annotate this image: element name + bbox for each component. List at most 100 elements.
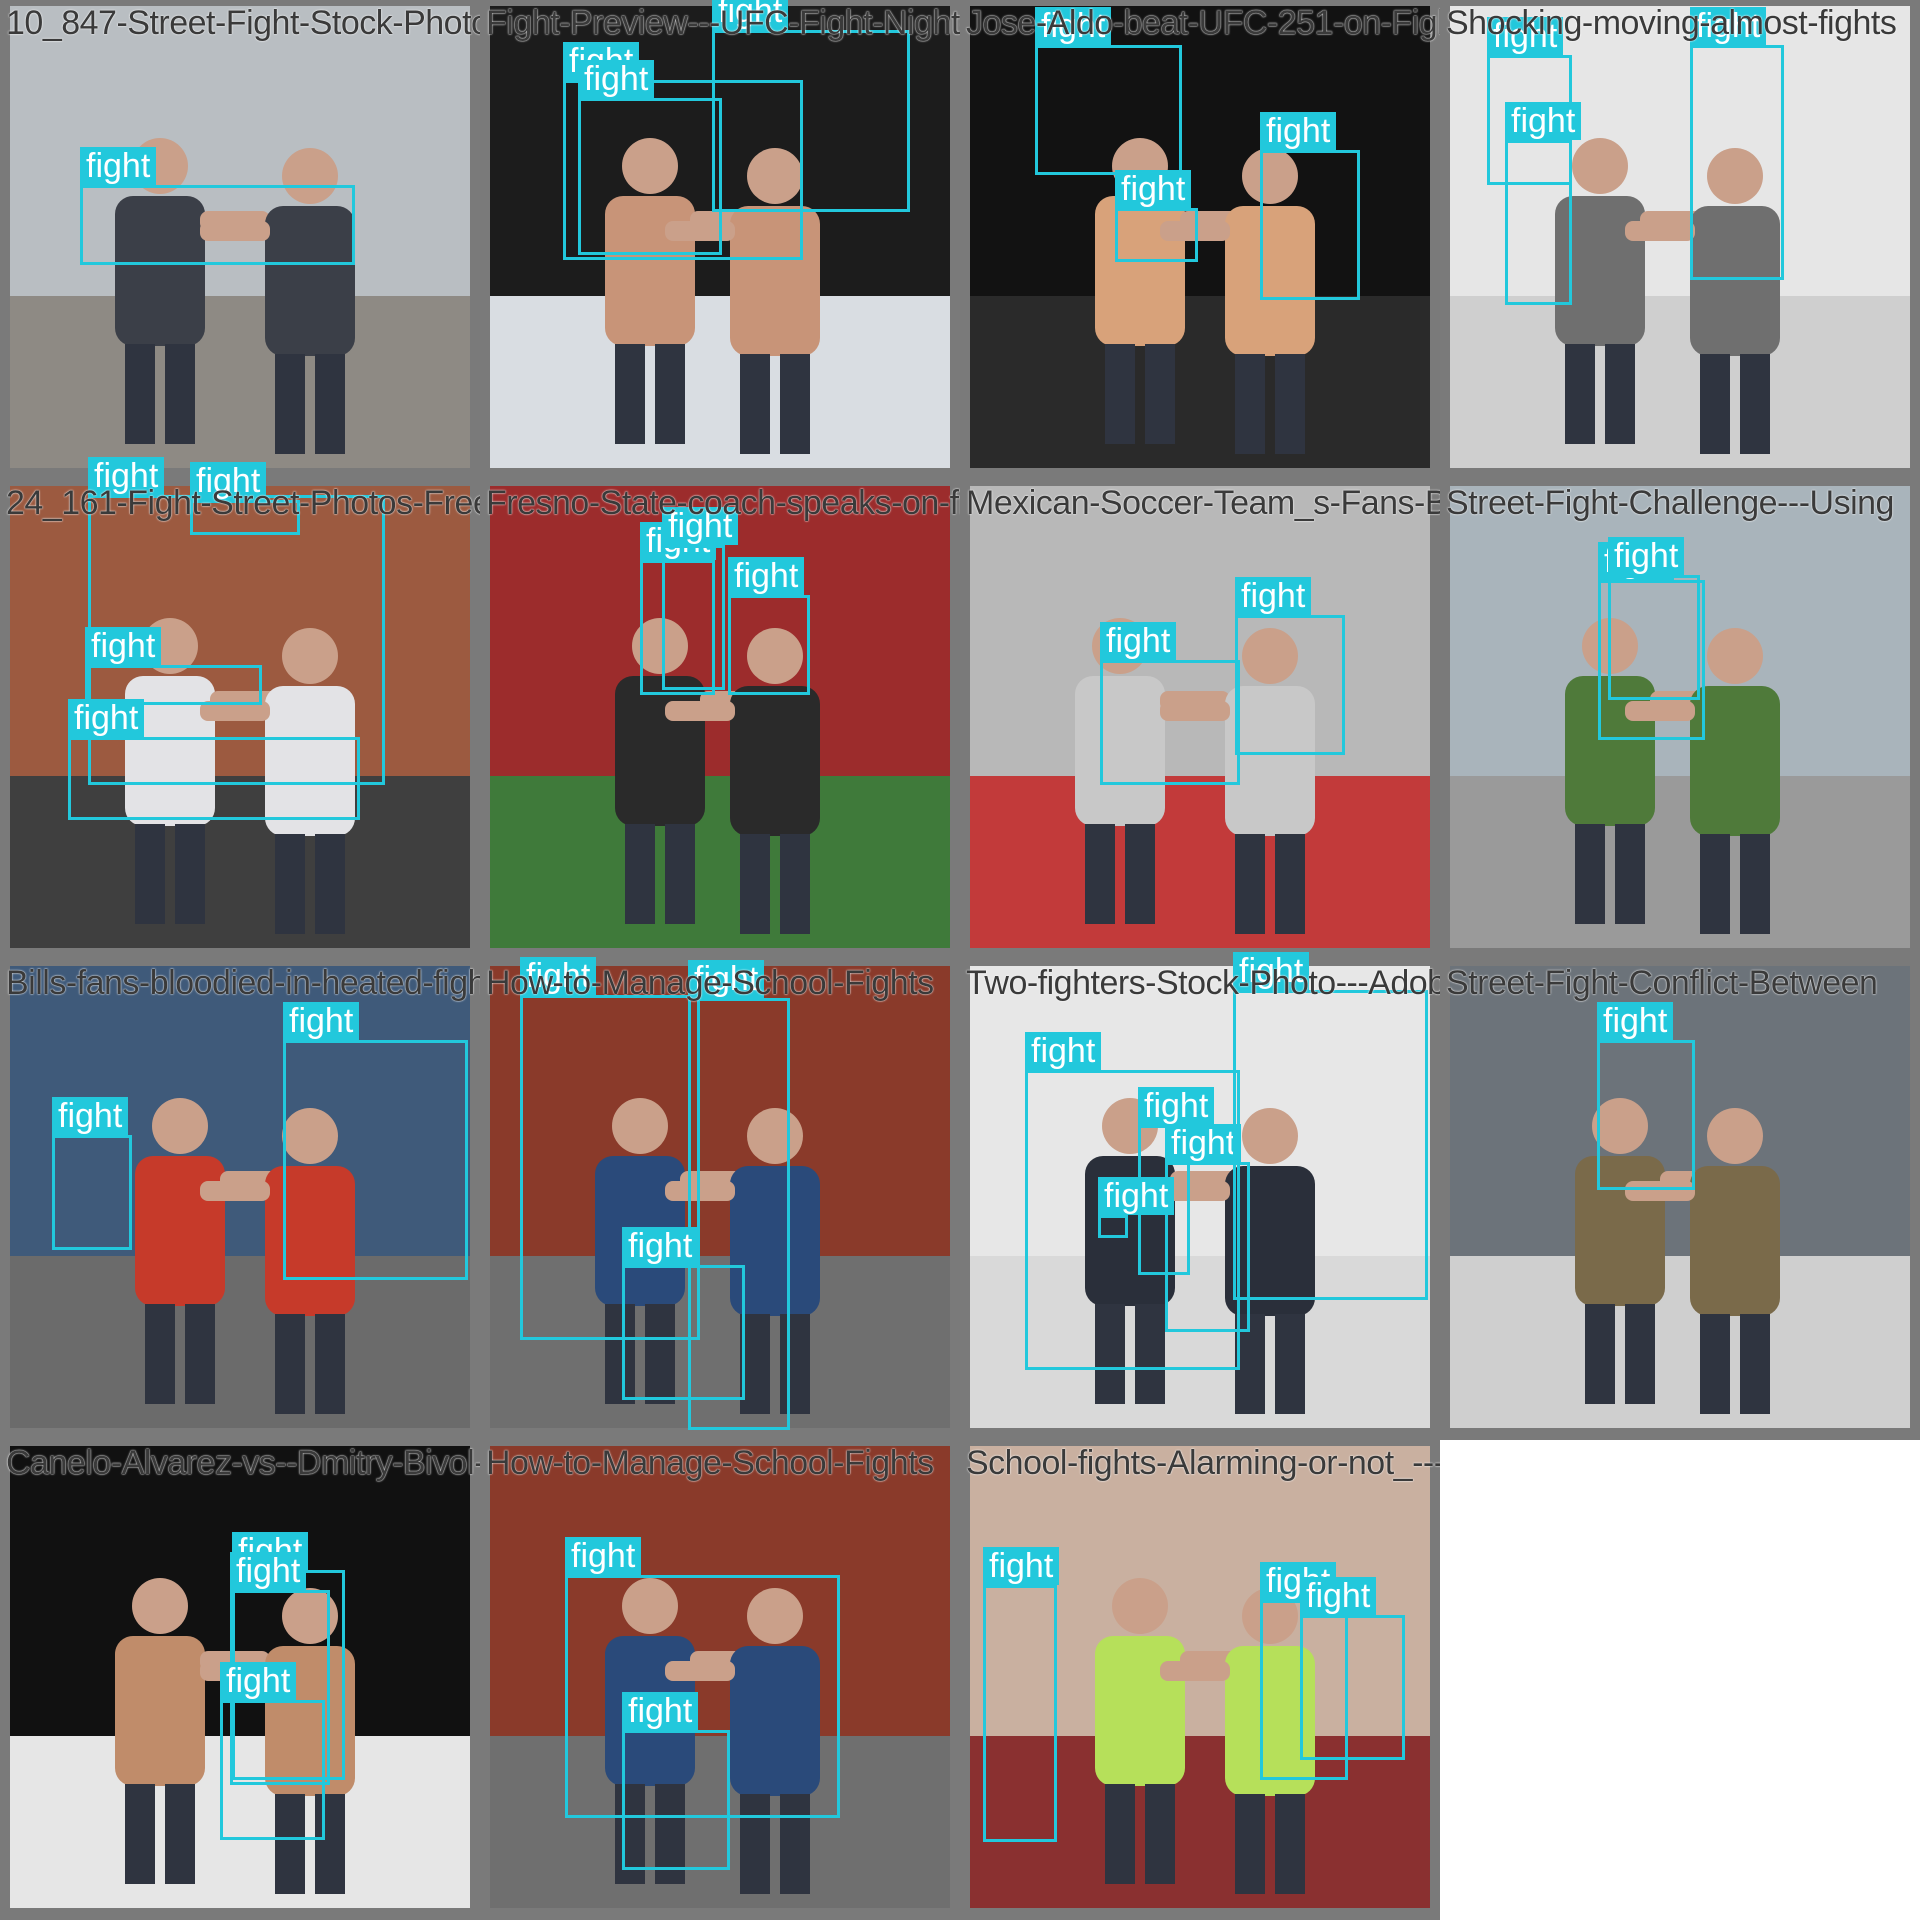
person-body (615, 676, 705, 826)
detection-box: fight (1505, 102, 1582, 305)
detection-label: fight (1098, 1177, 1175, 1215)
person-leg (1615, 824, 1645, 924)
detection-label: fight (68, 699, 145, 737)
person-leg (1740, 834, 1770, 934)
detection-box: fight (1300, 1577, 1405, 1760)
person-head (132, 1578, 188, 1634)
person-leg (145, 1304, 175, 1404)
person-leg (1740, 1314, 1770, 1414)
detection-box: fight (728, 557, 810, 695)
detection-label: fight (52, 1097, 129, 1135)
detection-label: fight (1260, 112, 1337, 150)
detection-box: fight (68, 699, 360, 820)
photo-foreground (1450, 1256, 1910, 1428)
detection-label: fight (1138, 1087, 1215, 1125)
person-body (1095, 1636, 1185, 1786)
person-leg (1700, 354, 1730, 454)
detection-label: fight (622, 1692, 699, 1730)
person-leg (1145, 344, 1175, 444)
person-leg (615, 344, 645, 444)
person-body (135, 1156, 225, 1306)
person-head (152, 1098, 208, 1154)
detection-box: fight (1098, 1177, 1175, 1238)
detection-box: fight (1260, 112, 1360, 300)
detection-label: fight (88, 457, 165, 495)
detection-label: fight (190, 462, 267, 500)
detection-box: fight (1100, 622, 1240, 785)
detection-box: fight (712, 0, 910, 212)
person-leg (1275, 1314, 1305, 1414)
result-tile: Jose-Aldo-beat-UFC-251-on-Fight-Island.j… (960, 0, 1440, 480)
person-leg (1275, 834, 1305, 934)
person-leg (1605, 344, 1635, 444)
person-leg (740, 354, 770, 454)
person-body (1690, 1166, 1780, 1316)
photo-foreground (490, 296, 950, 468)
detection-label: fight (983, 1547, 1060, 1585)
detection-box: fight (283, 1002, 468, 1280)
photo-foreground (1450, 776, 1910, 948)
detection-label: fight (1300, 1577, 1377, 1615)
detection-label: fight (230, 1552, 307, 1590)
person-leg (165, 344, 195, 444)
detection-box: fight (983, 1547, 1060, 1842)
person-leg (165, 1784, 195, 1884)
detection-label: fight (283, 1002, 360, 1040)
result-tile: Street-Fight-Conflict-Between (1440, 960, 1920, 1440)
detection-label: fight (1025, 1032, 1102, 1070)
detection-box: fight (1690, 7, 1784, 280)
detection-label: fight (1597, 1002, 1674, 1040)
person-leg (1275, 354, 1305, 454)
person-leg (315, 1314, 345, 1414)
photo-foreground (1450, 296, 1910, 468)
person-leg (1585, 1304, 1615, 1404)
detection-label: fight (578, 60, 655, 98)
person-leg (1235, 354, 1265, 454)
photo-foreground (970, 296, 1430, 468)
person-leg (1700, 1314, 1730, 1414)
person-leg (1085, 824, 1115, 924)
detection-label: fight (1487, 17, 1564, 55)
person-head (1572, 138, 1628, 194)
person-leg (1625, 1304, 1655, 1404)
detection-box: fight (80, 147, 355, 265)
person-leg (1565, 344, 1595, 444)
detection-box: fight (190, 462, 300, 535)
photo-foreground (970, 776, 1430, 948)
detection-box: fight (1233, 952, 1428, 1300)
detection-label: fight (1100, 622, 1177, 660)
detection-label: fight (1233, 952, 1310, 990)
detection-label: fight (1235, 577, 1312, 615)
detection-label: fight (520, 957, 597, 995)
person-leg (275, 1314, 305, 1414)
detection-label: fight (565, 1537, 642, 1575)
detection-box: fight (622, 1692, 730, 1870)
detection-label: fight (1505, 102, 1582, 140)
person-leg (1740, 354, 1770, 454)
detection-box: fight (1115, 170, 1198, 262)
person-leg (665, 824, 695, 924)
person-arm (1625, 221, 1695, 241)
detection-label: fight (1690, 7, 1767, 45)
person-leg (1105, 344, 1135, 444)
person-leg (1145, 1784, 1175, 1884)
detection-label: fight (662, 507, 739, 545)
person-leg (185, 1304, 215, 1404)
person-leg (1275, 1794, 1305, 1894)
person-leg (1235, 1794, 1265, 1894)
detection-label: fight (688, 960, 765, 998)
person-leg (780, 354, 810, 454)
person-leg (625, 824, 655, 924)
detection-box: fight (220, 1662, 325, 1840)
person-leg (275, 354, 305, 454)
person-arm (1160, 1661, 1230, 1681)
detection-label: fight (712, 0, 789, 30)
person-leg (1575, 824, 1605, 924)
person-leg (655, 344, 685, 444)
person-leg (315, 834, 345, 934)
person-leg (275, 834, 305, 934)
person-arm (665, 701, 735, 721)
person-leg (1105, 1784, 1135, 1884)
detection-label: fight (1115, 170, 1192, 208)
person-leg (1700, 834, 1730, 934)
